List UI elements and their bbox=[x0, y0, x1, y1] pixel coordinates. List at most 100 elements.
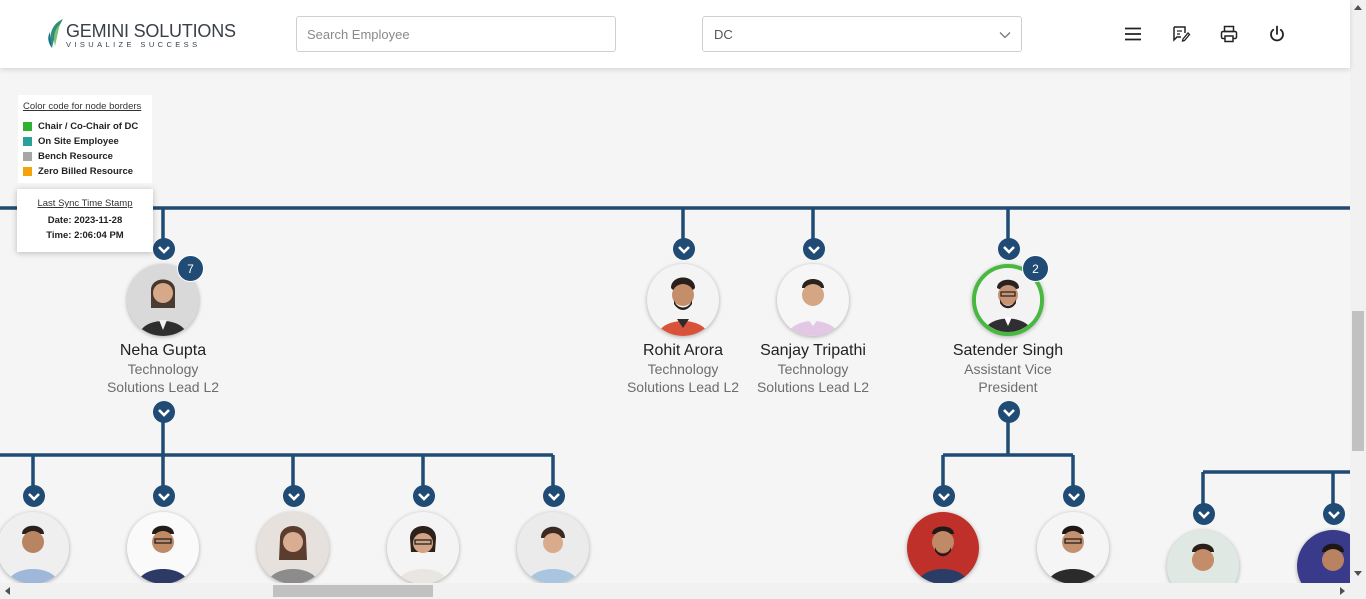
employee-avatar[interactable] bbox=[387, 512, 459, 584]
employee-node[interactable]: Sanjay Tripathi Technology Solutions Lea… bbox=[733, 262, 893, 402]
employee-avatar[interactable] bbox=[0, 512, 69, 584]
feedback-icon[interactable] bbox=[1171, 24, 1191, 44]
border-color-legend: Color code for node borders Chair / Co-C… bbox=[18, 95, 152, 183]
legend-item-label: On Site Employee bbox=[38, 136, 119, 147]
chevron-down-icon bbox=[548, 493, 560, 501]
expand-toggle[interactable] bbox=[153, 238, 175, 260]
employee-avatar[interactable] bbox=[647, 264, 719, 336]
logo-tagline: VISUALIZE SUCCESS bbox=[66, 40, 201, 49]
chevron-down-icon bbox=[808, 246, 820, 254]
sync-time: Time: 2:06:04 PM bbox=[46, 230, 124, 241]
employee-name: Satender Singh bbox=[952, 342, 1064, 359]
power-icon[interactable] bbox=[1267, 24, 1287, 44]
print-icon[interactable] bbox=[1219, 24, 1239, 44]
horizontal-scroll-thumb[interactable] bbox=[273, 585, 433, 597]
reports-count-badge: 7 bbox=[177, 255, 204, 282]
search-employee-input[interactable] bbox=[296, 16, 616, 52]
person-avatar-icon bbox=[907, 512, 979, 584]
legend-item-label: Zero Billed Resource bbox=[38, 166, 134, 177]
person-avatar-icon bbox=[387, 512, 459, 584]
chevron-down-icon bbox=[158, 493, 170, 501]
leaf-logo-icon bbox=[48, 19, 63, 48]
chevron-down-icon bbox=[999, 32, 1011, 39]
employee-role: Solutions Lead L2 bbox=[756, 379, 870, 395]
employee-role: President bbox=[978, 379, 1038, 395]
expand-toggle[interactable] bbox=[543, 485, 565, 507]
employee-avatar[interactable] bbox=[257, 512, 329, 584]
chevron-down-icon bbox=[1068, 493, 1080, 501]
employee-node[interactable]: 2 Satender Singh Assistant Vice Presiden… bbox=[928, 255, 1088, 402]
scroll-right-arrow-icon[interactable] bbox=[1334, 583, 1350, 599]
menu-icon[interactable] bbox=[1123, 24, 1143, 44]
legend-title: Color code for node borders bbox=[23, 101, 142, 112]
person-avatar-icon bbox=[1037, 512, 1109, 584]
expand-toggle[interactable] bbox=[803, 238, 825, 260]
expand-toggle[interactable] bbox=[1323, 503, 1345, 525]
employee-avatar[interactable] bbox=[907, 512, 979, 584]
sync-title: Last Sync Time Stamp bbox=[37, 198, 133, 209]
expand-toggle[interactable] bbox=[23, 485, 45, 507]
chevron-down-icon bbox=[1003, 246, 1015, 254]
chevron-down-icon bbox=[418, 493, 430, 501]
legend-swatch bbox=[23, 122, 32, 131]
horizontal-scrollbar[interactable] bbox=[0, 583, 1366, 599]
vertical-scrollbar[interactable] bbox=[1350, 0, 1366, 583]
legend-swatch bbox=[23, 167, 32, 176]
scroll-up-arrow-icon[interactable] bbox=[1350, 0, 1366, 16]
person-avatar-icon bbox=[0, 512, 69, 584]
chevron-down-icon bbox=[938, 493, 950, 501]
employee-role: Assistant Vice bbox=[964, 361, 1052, 377]
expand-toggle[interactable] bbox=[673, 238, 695, 260]
chevron-down-icon bbox=[678, 246, 690, 254]
expand-toggle[interactable] bbox=[413, 485, 435, 507]
expand-toggle[interactable] bbox=[283, 485, 305, 507]
employee-name: Sanjay Tripathi bbox=[760, 342, 866, 359]
expand-toggle[interactable] bbox=[998, 238, 1020, 260]
employee-role: Technology bbox=[777, 361, 849, 377]
legend-swatch bbox=[23, 137, 32, 146]
last-sync-card: Last Sync Time Stamp Date: 2023-11-28 Ti… bbox=[17, 189, 153, 252]
expand-toggle[interactable] bbox=[933, 485, 955, 507]
reports-count-badge: 2 bbox=[1022, 255, 1049, 282]
employee-avatar[interactable] bbox=[777, 264, 849, 336]
legend-item: Zero Billed Resource bbox=[23, 164, 147, 179]
person-avatar-icon bbox=[517, 512, 589, 584]
person-avatar-icon bbox=[257, 512, 329, 584]
chevron-down-icon bbox=[158, 409, 170, 417]
chevron-down-icon bbox=[1328, 511, 1340, 519]
legend-item-label: Chair / Co-Chair of DC bbox=[38, 121, 139, 132]
person-avatar-icon bbox=[777, 264, 849, 336]
legend-item-label: Bench Resource bbox=[38, 151, 113, 162]
legend-item: Chair / Co-Chair of DC bbox=[23, 119, 147, 134]
expand-toggle[interactable] bbox=[1193, 503, 1215, 525]
employee-role: Solutions Lead L2 bbox=[106, 379, 220, 395]
scroll-down-arrow-icon[interactable] bbox=[1350, 565, 1366, 581]
expand-toggle[interactable] bbox=[153, 485, 175, 507]
employee-name: Neha Gupta bbox=[119, 342, 207, 359]
legend-item: On Site Employee bbox=[23, 134, 147, 149]
expand-toggle[interactable] bbox=[1063, 485, 1085, 507]
employee-node[interactable]: 7 Neha Gupta Technology Solutions Lead L… bbox=[83, 255, 243, 402]
person-avatar-icon bbox=[127, 512, 199, 584]
collapse-toggle[interactable] bbox=[998, 401, 1020, 423]
dc-select[interactable]: DC bbox=[702, 16, 1022, 52]
chevron-down-icon bbox=[28, 493, 40, 501]
gemini-logo[interactable]: GEMINI SOLUTIONS VISUALIZE SUCCESS bbox=[46, 16, 236, 52]
legend-item: Bench Resource bbox=[23, 149, 147, 164]
chevron-down-icon bbox=[288, 493, 300, 501]
chevron-down-icon bbox=[158, 246, 170, 254]
legend-swatch bbox=[23, 152, 32, 161]
collapse-toggle[interactable] bbox=[153, 401, 175, 423]
chevron-down-icon bbox=[1198, 511, 1210, 519]
scroll-left-arrow-icon[interactable] bbox=[0, 583, 16, 599]
employee-avatar[interactable] bbox=[127, 512, 199, 584]
employee-role: Technology bbox=[127, 361, 199, 377]
top-header: GEMINI SOLUTIONS VISUALIZE SUCCESS DC bbox=[0, 0, 1350, 68]
person-avatar-icon bbox=[647, 264, 719, 336]
employee-avatar[interactable] bbox=[517, 512, 589, 584]
employee-avatar[interactable] bbox=[1037, 512, 1109, 584]
vertical-scroll-thumb[interactable] bbox=[1352, 311, 1364, 451]
logo-name: GEMINI SOLUTIONS bbox=[66, 21, 236, 41]
sync-date: Date: 2023-11-28 bbox=[47, 215, 123, 226]
dc-select-value: DC bbox=[714, 27, 733, 42]
